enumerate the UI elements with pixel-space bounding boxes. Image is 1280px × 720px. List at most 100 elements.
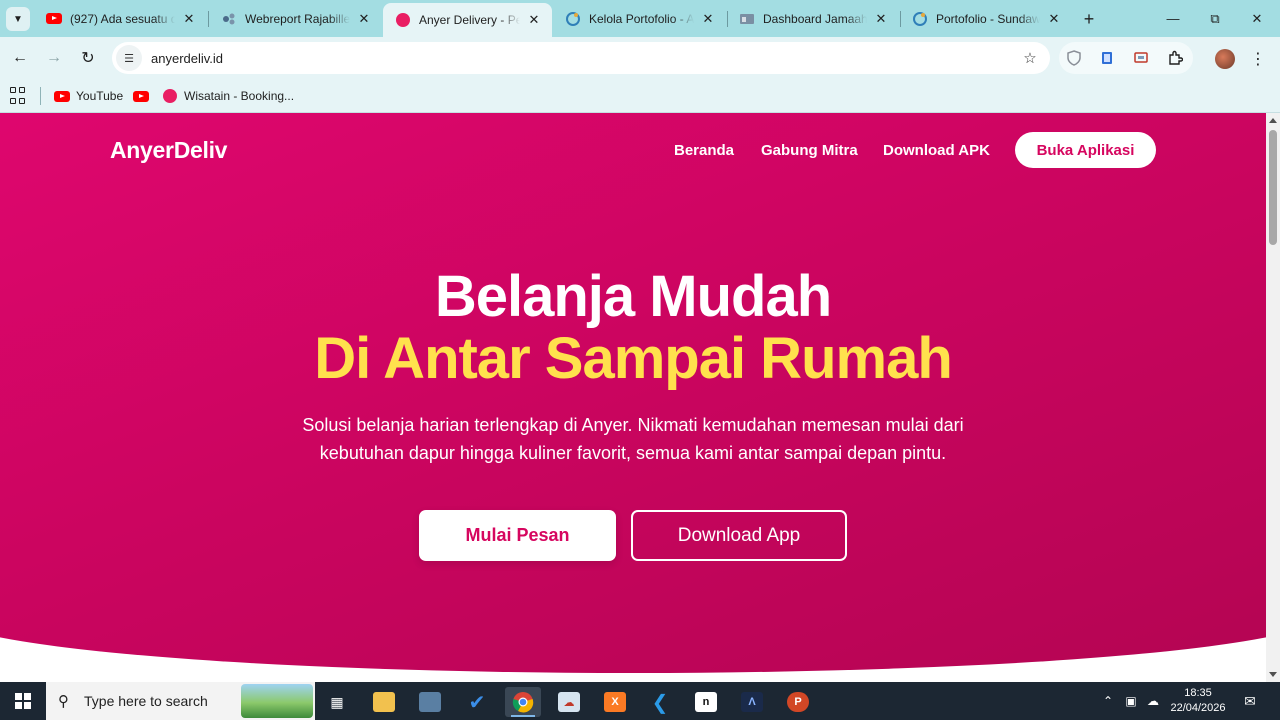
bookmark-youtube[interactable]: YouTube (54, 85, 123, 107)
search-placeholder: Type here to search (84, 693, 208, 709)
nav-link-beranda[interactable]: Beranda (674, 142, 734, 159)
plus-icon: + (1083, 8, 1095, 29)
bookmark-star-button[interactable]: ☆ (1016, 44, 1044, 72)
vercel-app-icon[interactable]: Λ (734, 687, 770, 717)
clock-time: 18:35 (1184, 687, 1212, 699)
notification-center-icon[interactable]: ✉ (1238, 682, 1262, 720)
tune-icon: ☰ (124, 52, 134, 65)
reload-button[interactable]: ↻ (74, 44, 102, 72)
download-app-button[interactable]: Download App (631, 510, 847, 561)
scroll-down-arrow-icon[interactable] (1269, 672, 1277, 677)
network-app-icon[interactable]: ☁ (551, 687, 587, 717)
scroll-thumb[interactable] (1269, 130, 1277, 245)
wisatain-icon (163, 89, 177, 103)
tab-strip: ▼ (927) Ada sesuatu di... ✕ Webreport Ra… (0, 0, 1280, 37)
youtube-icon (133, 90, 149, 102)
nav-link-gabung-mitra[interactable]: Gabung Mitra (761, 142, 858, 159)
minimize-icon: — (1166, 11, 1180, 26)
buka-aplikasi-button[interactable]: Buka Aplikasi (1015, 132, 1156, 168)
browser-toolbar: ← → ↻ ☰ anyerdeliv.id ☆ ⋮ (0, 37, 1280, 79)
scroll-up-arrow-icon[interactable] (1269, 118, 1277, 123)
taskbar-clock[interactable]: 18:35 22/04/2026 (1166, 686, 1230, 716)
file-explorer-icon[interactable] (366, 687, 402, 717)
bookmark-label: Wisatain - Booking... (184, 89, 295, 103)
tab-title: Anyer Delivery - Pesan... (419, 13, 520, 27)
minimize-button[interactable]: — (1152, 0, 1194, 37)
close-icon[interactable]: ✕ (700, 11, 716, 27)
profile-avatar[interactable] (1215, 49, 1235, 69)
extensions-puzzle-icon[interactable] (1166, 49, 1184, 67)
active-indicator (511, 715, 535, 717)
notion-icon[interactable]: n (688, 687, 724, 717)
url-text[interactable]: anyerdeliv.id (151, 51, 1016, 66)
cast-extension-icon[interactable] (1132, 49, 1150, 67)
onedrive-icon[interactable]: ☁ (1143, 682, 1163, 720)
tab-title: Webreport Rajabiller (245, 11, 350, 26)
back-button[interactable]: ← (6, 44, 34, 72)
youtube-icon (54, 90, 70, 102)
windows-logo-icon (15, 693, 31, 709)
portfolio-icon (912, 11, 928, 27)
clipboard-extension-icon[interactable] (1098, 49, 1116, 67)
mulai-pesan-button[interactable]: Mulai Pesan (419, 510, 616, 561)
more-vert-icon: ⋮ (1250, 51, 1266, 68)
bookmark-wisatain[interactable]: Wisatain - Booking... (163, 85, 294, 107)
bookmarks-separator (40, 87, 41, 105)
tab-title: Dashboard Jamaah | ... (763, 11, 867, 26)
close-window-button[interactable]: ✕ (1236, 0, 1278, 37)
nav-link-download-apk[interactable]: Download APK (883, 142, 990, 159)
close-icon: ✕ (1251, 10, 1263, 26)
anyerdeliv-icon (395, 12, 411, 28)
bookmarks-bar: YouTube Wisatain - Booking... (0, 79, 1280, 113)
site-info-button[interactable]: ☰ (116, 45, 142, 71)
page-scrollbar[interactable] (1266, 113, 1280, 682)
network-icon[interactable]: ▣ (1121, 682, 1141, 720)
tab-youtube[interactable]: (927) Ada sesuatu di... ✕ (34, 0, 207, 37)
chrome-icon[interactable] (505, 687, 541, 717)
star-icon: ☆ (1023, 50, 1037, 67)
forward-button[interactable]: → (40, 44, 68, 72)
close-icon[interactable]: ✕ (181, 11, 197, 27)
close-icon[interactable]: ✕ (873, 11, 889, 27)
tab-kelola-portofolio[interactable]: Kelola Portofolio - Ad... ✕ (553, 0, 726, 37)
arrow-right-icon: → (46, 49, 62, 66)
bookmark-youtube-2[interactable] (133, 85, 155, 107)
close-icon[interactable]: ✕ (526, 12, 542, 28)
tab-dashboard-jamaah[interactable]: Dashboard Jamaah | ... ✕ (727, 0, 899, 37)
store-icon[interactable] (412, 687, 448, 717)
hero-description-line1: Solusi belanja harian terlengkap di Anye… (302, 415, 964, 435)
new-tab-button[interactable]: + (1078, 8, 1100, 30)
dashboard-icon (739, 11, 755, 27)
hero-title-line2: Di Antar Sampai Rumah (314, 326, 953, 391)
restore-icon: ⧉ (1210, 10, 1220, 26)
webreport-icon (221, 11, 237, 27)
chrome-menu-button[interactable]: ⋮ (1246, 45, 1270, 73)
shield-extension-icon[interactable] (1065, 49, 1083, 67)
site-logo[interactable]: AnyerDeliv (110, 137, 227, 164)
apps-grid-icon[interactable] (10, 87, 28, 105)
tab-search-button[interactable]: ▼ (6, 7, 30, 31)
show-hidden-icons-chevron-icon[interactable]: ⌃ (1098, 682, 1118, 720)
address-bar[interactable]: ☰ anyerdeliv.id ☆ (112, 42, 1050, 74)
tab-anyer-delivery[interactable]: Anyer Delivery - Pesan... ✕ (383, 3, 552, 37)
page-viewport: AnyerDeliv Beranda Gabung Mitra Download… (0, 113, 1280, 682)
todo-icon[interactable]: ✔ (459, 687, 495, 717)
tab-webreport[interactable]: Webreport Rajabiller ✕ (209, 0, 382, 37)
youtube-icon (46, 11, 62, 27)
powerpoint-icon[interactable]: P (780, 687, 816, 717)
portfolio-icon (565, 11, 581, 27)
search-highlight-image (241, 684, 313, 718)
restore-button[interactable]: ⧉ (1194, 0, 1236, 37)
tab-portofolio-sundawe[interactable]: Portofolio - Sundawe... ✕ (900, 0, 1072, 37)
arrow-left-icon: ← (12, 49, 28, 66)
bookmark-label: YouTube (76, 89, 124, 103)
close-icon[interactable]: ✕ (1046, 11, 1062, 27)
task-view-icon[interactable]: ▦ (319, 687, 355, 717)
taskbar-search[interactable]: ⚲ Type here to search (46, 682, 315, 720)
start-button[interactable] (0, 682, 46, 720)
vscode-icon[interactable]: ❮ (642, 687, 678, 717)
windows-taskbar: ⚲ Type here to search ▦ ✔ ☁ X ❮ n Λ P ⌃ … (0, 682, 1280, 720)
hero-description: Solusi belanja harian terlengkap di Anye… (283, 411, 983, 467)
xampp-icon[interactable]: X (597, 687, 633, 717)
close-icon[interactable]: ✕ (356, 11, 372, 27)
